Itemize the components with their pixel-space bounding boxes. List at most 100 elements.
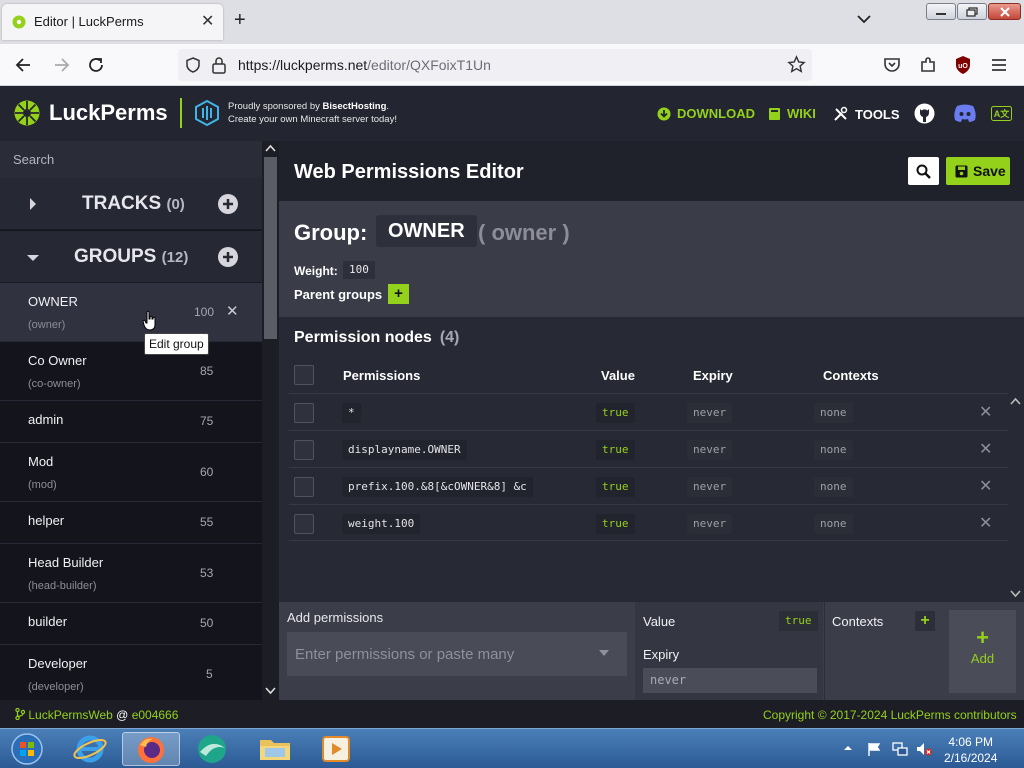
- scroll-down-icon[interactable]: [1010, 590, 1021, 598]
- forward-arrow-icon[interactable]: [50, 54, 72, 76]
- sponsor-line-2[interactable]: Create your own Minecraft server today!: [228, 114, 397, 125]
- window-close-button[interactable]: [988, 3, 1021, 20]
- start-orb-icon[interactable]: [6, 732, 48, 766]
- expiry-input[interactable]: never: [643, 668, 817, 693]
- node-value[interactable]: true: [596, 440, 635, 460]
- restore-button[interactable]: [957, 3, 987, 20]
- group-item-admin[interactable]: admin 75: [0, 401, 262, 443]
- scrollbar-thumb[interactable]: [264, 157, 277, 339]
- tools-link[interactable]: TOOLS: [833, 106, 900, 122]
- footer-commit[interactable]: e004666: [132, 708, 179, 722]
- scroll-up-icon[interactable]: [1010, 397, 1021, 405]
- delete-node-icon[interactable]: ✕: [979, 439, 992, 459]
- delete-node-icon[interactable]: ✕: [979, 513, 992, 533]
- delete-group-icon[interactable]: ✕: [226, 302, 239, 320]
- media-player-icon[interactable]: [316, 732, 356, 766]
- tracks-section-header[interactable]: TRACKS (0): [0, 178, 262, 230]
- bisecthosting-logo-icon[interactable]: [193, 99, 221, 127]
- bookmark-star-icon[interactable]: [787, 55, 806, 74]
- translate-icon[interactable]: A文: [991, 106, 1012, 121]
- select-all-checkbox[interactable]: [294, 365, 314, 385]
- permission-node[interactable]: prefix.100.&8[&cOWNER&8] &c: [342, 477, 533, 497]
- tab-close-icon[interactable]: ✕: [201, 11, 214, 31]
- luckperms-logo-icon[interactable]: [14, 100, 40, 126]
- column-header-contexts[interactable]: Contexts: [823, 368, 879, 383]
- add-track-icon[interactable]: [218, 194, 238, 214]
- download-link[interactable]: DOWNLOAD: [657, 106, 755, 121]
- back-arrow-icon[interactable]: [13, 54, 35, 76]
- node-contexts[interactable]: none: [814, 403, 853, 423]
- sidebar-scrollbar[interactable]: [262, 141, 279, 700]
- dropdown-caret-icon[interactable]: [599, 650, 609, 657]
- add-parent-group-button[interactable]: +: [388, 284, 409, 304]
- scroll-down-icon[interactable]: [265, 687, 276, 695]
- firefox-taskbar-button[interactable]: [122, 732, 180, 766]
- save-button[interactable]: Save: [946, 157, 1010, 185]
- hamburger-menu-icon[interactable]: [988, 54, 1010, 76]
- browser-tab[interactable]: Editor | LuckPerms ✕: [2, 4, 223, 40]
- caret-right-icon[interactable]: [28, 197, 38, 211]
- sidebar-search-input[interactable]: Search: [0, 141, 262, 178]
- add-context-button[interactable]: +: [915, 611, 935, 631]
- table-row[interactable]: prefix.100.&8[&cOWNER&8] &c true never n…: [289, 467, 1008, 504]
- node-value[interactable]: true: [596, 403, 635, 423]
- shield-icon[interactable]: [184, 56, 202, 74]
- column-header-expiry[interactable]: Expiry: [693, 368, 733, 383]
- table-row[interactable]: * true never none ✕: [289, 393, 1008, 430]
- delete-node-icon[interactable]: ✕: [979, 402, 992, 422]
- minimize-button[interactable]: [926, 3, 956, 20]
- pocket-icon[interactable]: [881, 54, 903, 76]
- scroll-up-icon[interactable]: [265, 144, 276, 152]
- discord-icon[interactable]: [953, 104, 977, 123]
- row-checkbox[interactable]: [294, 477, 314, 497]
- add-permissions-input[interactable]: Enter permissions or paste many: [287, 632, 627, 676]
- group-item-helper[interactable]: helper 55: [0, 502, 262, 544]
- row-checkbox[interactable]: [294, 403, 314, 423]
- group-item-mod[interactable]: Mod (mod) 60: [0, 443, 262, 502]
- lock-icon[interactable]: [211, 56, 227, 74]
- brand-name[interactable]: LuckPerms: [49, 100, 168, 126]
- network-icon[interactable]: [891, 741, 909, 757]
- value-toggle[interactable]: true: [779, 611, 818, 631]
- group-item-co-owner[interactable]: Co Owner (co-owner) 85: [0, 342, 262, 401]
- node-expiry[interactable]: never: [687, 403, 733, 423]
- tab-list-chevron-icon[interactable]: [855, 10, 873, 28]
- app-globe-icon[interactable]: [192, 732, 232, 766]
- internet-explorer-icon[interactable]: [70, 732, 110, 766]
- extensions-puzzle-icon[interactable]: [917, 54, 939, 76]
- groups-section-header[interactable]: GROUPS (12): [0, 231, 262, 283]
- wiki-link[interactable]: WIKI: [768, 106, 816, 121]
- permission-node[interactable]: displayname.OWNER: [342, 440, 467, 460]
- add-group-icon[interactable]: [218, 247, 238, 267]
- weight-value[interactable]: 100: [343, 261, 375, 279]
- node-expiry[interactable]: never: [687, 514, 733, 534]
- group-item-owner[interactable]: OWNER (owner) 100 ✕: [0, 283, 262, 342]
- sponsor-line-1[interactable]: Proudly sponsored by BisectHosting.: [228, 101, 389, 112]
- permission-node[interactable]: *: [342, 403, 361, 423]
- footer-copyright[interactable]: Copyright © 2017-2024 LuckPerms contribu…: [763, 708, 1017, 722]
- table-row[interactable]: displayname.OWNER true never none ✕: [289, 430, 1008, 467]
- node-expiry[interactable]: never: [687, 440, 733, 460]
- node-value[interactable]: true: [596, 514, 635, 534]
- group-display-name[interactable]: OWNER: [376, 215, 477, 247]
- taskbar-clock[interactable]: 4:06 PM 2/16/2024: [944, 734, 997, 766]
- ublock-origin-icon[interactable]: uO: [952, 54, 974, 76]
- volume-muted-icon[interactable]: [915, 741, 933, 757]
- footer-version[interactable]: LuckPermsWeb @ e004666: [15, 707, 179, 722]
- action-center-flag-icon[interactable]: [866, 741, 882, 757]
- row-checkbox[interactable]: [294, 440, 314, 460]
- permission-node[interactable]: weight.100: [342, 514, 421, 534]
- node-contexts[interactable]: none: [814, 440, 853, 460]
- group-item-builder[interactable]: builder 50: [0, 603, 262, 645]
- node-expiry[interactable]: never: [687, 477, 733, 497]
- node-contexts[interactable]: none: [814, 477, 853, 497]
- add-permission-button[interactable]: + Add: [949, 610, 1016, 693]
- caret-down-icon[interactable]: [26, 253, 40, 263]
- url-text[interactable]: https://luckperms.net/editor/QXFoixT1Un: [238, 57, 491, 73]
- github-icon[interactable]: [914, 103, 935, 124]
- group-item-developer[interactable]: Developer (developer) 5: [0, 645, 262, 700]
- search-button[interactable]: [908, 157, 939, 185]
- group-item-head-builder[interactable]: Head Builder (head-builder) 53: [0, 544, 262, 603]
- delete-node-icon[interactable]: ✕: [979, 476, 992, 496]
- url-bar[interactable]: https://luckperms.net/editor/QXFoixT1Un: [178, 49, 812, 81]
